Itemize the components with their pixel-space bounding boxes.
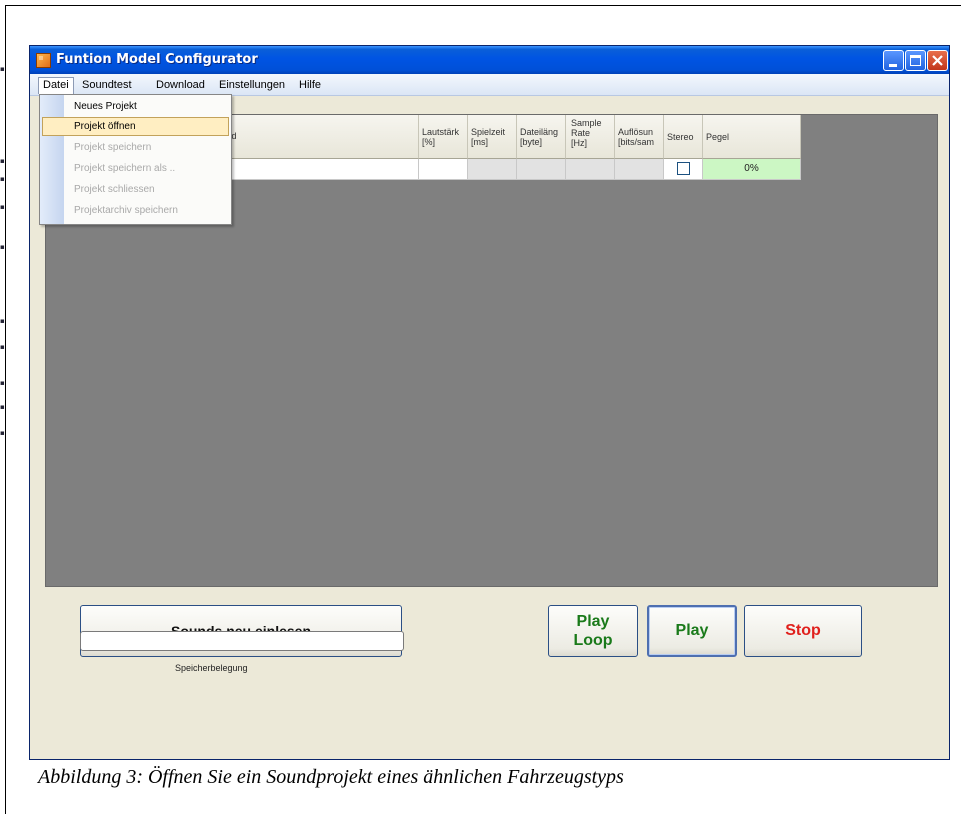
menu-item-projektarchiv-speichern[interactable]: Projektarchiv speichern [42,201,229,220]
menu-hilfe[interactable]: Hilfe [294,77,326,94]
margin-artifact: ▪ [0,343,5,351]
menu-item-projekt-speichern-als[interactable]: Projekt speichern als .. [42,159,229,178]
margin-artifact: ▪ [0,429,5,437]
cell-aufloesung [615,159,664,180]
column-header-pegel[interactable]: Pegel [703,115,801,159]
title-bar[interactable]: Funtion Model Configurator [30,46,949,74]
margin-artifact: ▪ [0,317,5,325]
column-header-stereo[interactable]: Stereo [664,115,703,159]
figure-caption: Abbildung 3: Öffnen Sie ein Soundprojekt… [38,766,624,788]
close-button[interactable] [927,50,948,71]
datei-dropdown-menu: Neues Projekt Projekt öffnen Projekt spe… [39,94,232,225]
memory-usage-bar [80,631,404,651]
minimize-icon [889,64,897,67]
play-loop-label-line1: Play [576,613,610,630]
play-loop-label-line2: Loop [573,632,613,649]
column-header-aufloesung[interactable]: Auflösun [bits/sam [615,115,664,159]
menu-download[interactable]: Download [151,77,210,94]
maximize-icon [910,55,921,66]
menu-item-projekt-oeffnen[interactable]: Projekt öffnen [42,117,229,136]
stereo-checkbox[interactable] [677,162,690,175]
window-title: Funtion Model Configurator [56,52,258,67]
margin-artifact: ▪ [0,203,5,211]
close-icon [932,55,943,66]
maximize-button[interactable] [905,50,926,71]
minimize-button[interactable] [883,50,904,71]
play-button[interactable]: Play [647,605,737,657]
menu-datei[interactable]: Datei [38,77,74,94]
cell-dateilaenge [517,159,566,180]
app-icon [36,53,51,68]
cell-lautstaerke[interactable] [419,159,468,180]
column-header-spielzeit[interactable]: Spielzeit [ms] [468,115,517,159]
margin-artifact: ▪ [0,379,5,387]
app-window: Funtion Model Configurator Datei Soundte… [29,45,950,760]
column-header-dateilaenge[interactable]: Dateiläng [byte] [517,115,566,159]
cell-spielzeit [468,159,517,180]
menu-item-projekt-speichern[interactable]: Projekt speichern [42,138,229,157]
stop-button[interactable]: Stop [744,605,862,657]
menu-soundtest[interactable]: Soundtest [77,77,137,94]
margin-artifact: ▪ [0,243,5,251]
menu-item-projekt-schliessen[interactable]: Projekt schliessen [42,180,229,199]
column-header-samplerate[interactable]: Sample Rate [Hz] [566,115,615,159]
menu-einstellungen[interactable]: Einstellungen [214,77,290,94]
cell-samplerate [566,159,615,180]
column-header-lautstaerke[interactable]: Lautstärk [%] [419,115,468,159]
margin-artifact: ▪ [0,65,5,73]
menu-bar: Datei Soundtest Download Einstellungen H… [30,74,949,96]
memory-usage-label: Speicherbelegung [175,663,248,673]
margin-artifact: ▪ [0,175,5,183]
margin-artifact: ▪ [0,157,5,165]
margin-artifact: ▪ [0,403,5,411]
cell-pegel: 0% [703,159,801,180]
cell-stereo [664,159,703,180]
menu-item-neues-projekt[interactable]: Neues Projekt [42,97,229,116]
document-border-top [5,5,961,6]
play-loop-button[interactable]: Play Loop [548,605,638,657]
